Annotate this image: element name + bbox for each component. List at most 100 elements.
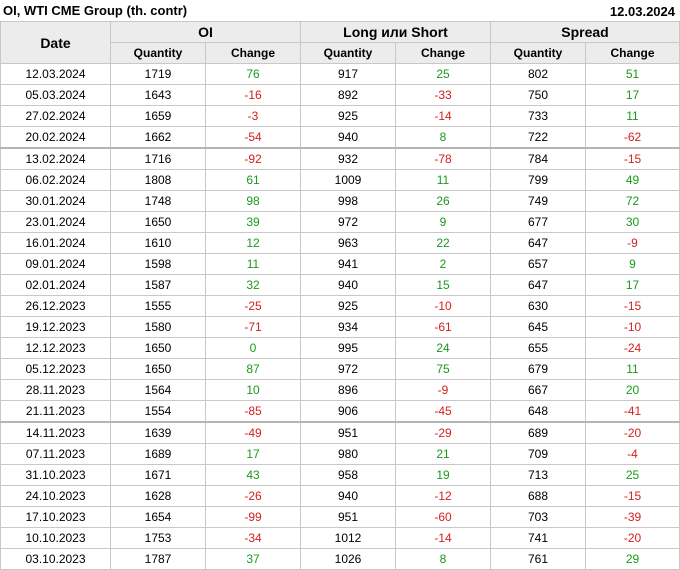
table-row: 21.11.2023 1554 -85 906 -45 648 -41 (0, 400, 680, 423)
oi-group-header: OI (110, 21, 301, 43)
oi-quantity-header: Quantity (110, 42, 206, 64)
oi-change-cell: -26 (205, 485, 301, 507)
date-cell: 12.12.2023 (0, 337, 111, 359)
table-row: 05.03.2024 1643 -16 892 -33 750 17 (0, 84, 680, 106)
table-row: 23.01.2024 1650 39 972 9 677 30 (0, 211, 680, 233)
date-cell: 26.12.2023 (0, 295, 111, 317)
oi-quantity-cell: 1716 (110, 147, 206, 170)
long-short-quantity-cell: 958 (300, 464, 396, 486)
oi-quantity-cell: 1671 (110, 464, 206, 486)
oi-quantity-cell: 1598 (110, 253, 206, 275)
spread-change-cell: 29 (585, 548, 680, 570)
spread-change-cell: 17 (585, 274, 680, 296)
oi-change-cell: 39 (205, 211, 301, 233)
oi-quantity-cell: 1643 (110, 84, 206, 106)
oi-change-cell: 37 (205, 548, 301, 570)
long-short-change-cell: 9 (395, 211, 491, 233)
date-cell: 14.11.2023 (0, 421, 111, 444)
spread-change-cell: -4 (585, 443, 680, 465)
oi-quantity-cell: 1555 (110, 295, 206, 317)
long-short-change-cell: 8 (395, 126, 491, 149)
long-short-change-cell: 15 (395, 274, 491, 296)
table-row: 09.01.2024 1598 11 941 2 657 9 (0, 253, 680, 275)
spread-quantity-cell: 657 (490, 253, 586, 275)
date-cell: 03.10.2023 (0, 548, 111, 570)
long-short-change-cell: -60 (395, 506, 491, 528)
long-short-change-cell: -12 (395, 485, 491, 507)
spread-change-cell: -15 (585, 147, 680, 170)
long-short-quantity-cell: 925 (300, 295, 396, 317)
long-short-quantity-cell: 972 (300, 211, 396, 233)
oi-change-cell: 61 (205, 169, 301, 191)
table-row: 07.11.2023 1689 17 980 21 709 -4 (0, 443, 680, 465)
spread-change-cell: -20 (585, 527, 680, 549)
spread-change-cell: -62 (585, 126, 680, 149)
oi-quantity-cell: 1639 (110, 421, 206, 444)
long-short-change-cell: -14 (395, 527, 491, 549)
long-short-quantity-header: Quantity (300, 42, 396, 64)
spread-change-cell: -41 (585, 400, 680, 423)
oi-change-cell: 76 (205, 63, 301, 85)
table-row: 06.02.2024 1808 61 1009 11 799 49 (0, 169, 680, 191)
spread-group-header: Spread (490, 21, 680, 43)
long-short-change-cell: -10 (395, 295, 491, 317)
spread-quantity-cell: 648 (490, 400, 586, 423)
spread-change-cell: 25 (585, 464, 680, 486)
spread-change-cell: 51 (585, 63, 680, 85)
table-row: 17.10.2023 1654 -99 951 -60 703 -39 (0, 506, 680, 528)
spread-quantity-cell: 689 (490, 421, 586, 444)
spread-quantity-cell: 645 (490, 316, 586, 338)
date-cell: 31.10.2023 (0, 464, 111, 486)
spread-quantity-cell: 733 (490, 105, 586, 127)
oi-change-cell: 87 (205, 358, 301, 380)
long-short-change-cell: 22 (395, 232, 491, 254)
oi-quantity-cell: 1808 (110, 169, 206, 191)
spread-change-cell: -15 (585, 295, 680, 317)
long-short-change-cell: -29 (395, 421, 491, 444)
spread-change-cell: 72 (585, 190, 680, 212)
oi-quantity-cell: 1659 (110, 105, 206, 127)
spread-change-cell: -24 (585, 337, 680, 359)
oi-change-cell: -3 (205, 105, 301, 127)
long-short-quantity-cell: 951 (300, 506, 396, 528)
date-cell: 05.12.2023 (0, 358, 111, 380)
table-row: 05.12.2023 1650 87 972 75 679 11 (0, 358, 680, 380)
oi-change-cell: 11 (205, 253, 301, 275)
spread-change-cell: 17 (585, 84, 680, 106)
spread-change-cell: 20 (585, 379, 680, 401)
oi-quantity-cell: 1628 (110, 485, 206, 507)
oi-change-cell: -99 (205, 506, 301, 528)
long-short-change-header: Change (395, 42, 491, 64)
table-row: 10.10.2023 1753 -34 1012 -14 741 -20 (0, 527, 680, 549)
table-row: 24.10.2023 1628 -26 940 -12 688 -15 (0, 485, 680, 507)
table-row: 16.01.2024 1610 12 963 22 647 -9 (0, 232, 680, 254)
long-short-quantity-cell: 917 (300, 63, 396, 85)
oi-change-cell: -85 (205, 400, 301, 423)
long-short-change-cell: 25 (395, 63, 491, 85)
long-short-change-cell: 26 (395, 190, 491, 212)
long-short-quantity-cell: 906 (300, 400, 396, 423)
long-short-quantity-cell: 1026 (300, 548, 396, 570)
long-short-quantity-cell: 998 (300, 190, 396, 212)
long-short-change-cell: 11 (395, 169, 491, 191)
date-cell: 06.02.2024 (0, 169, 111, 191)
spread-quantity-cell: 761 (490, 548, 586, 570)
spread-quantity-cell: 750 (490, 84, 586, 106)
table-row: 30.01.2024 1748 98 998 26 749 72 (0, 190, 680, 212)
table-row: 28.11.2023 1564 10 896 -9 667 20 (0, 379, 680, 401)
oi-quantity-cell: 1587 (110, 274, 206, 296)
oi-change-cell: 32 (205, 274, 301, 296)
long-short-quantity-cell: 980 (300, 443, 396, 465)
spread-change-cell: 49 (585, 169, 680, 191)
oi-change-cell: 10 (205, 379, 301, 401)
table-row: 03.10.2023 1787 37 1026 8 761 29 (0, 548, 680, 570)
spread-change-cell: 30 (585, 211, 680, 233)
date-cell: 23.01.2024 (0, 211, 111, 233)
oi-quantity-cell: 1689 (110, 443, 206, 465)
spread-quantity-header: Quantity (490, 42, 586, 64)
date-cell: 09.01.2024 (0, 253, 111, 275)
long-short-quantity-cell: 934 (300, 316, 396, 338)
long-short-change-cell: 21 (395, 443, 491, 465)
spread-change-cell: -39 (585, 506, 680, 528)
oi-change-cell: -16 (205, 84, 301, 106)
